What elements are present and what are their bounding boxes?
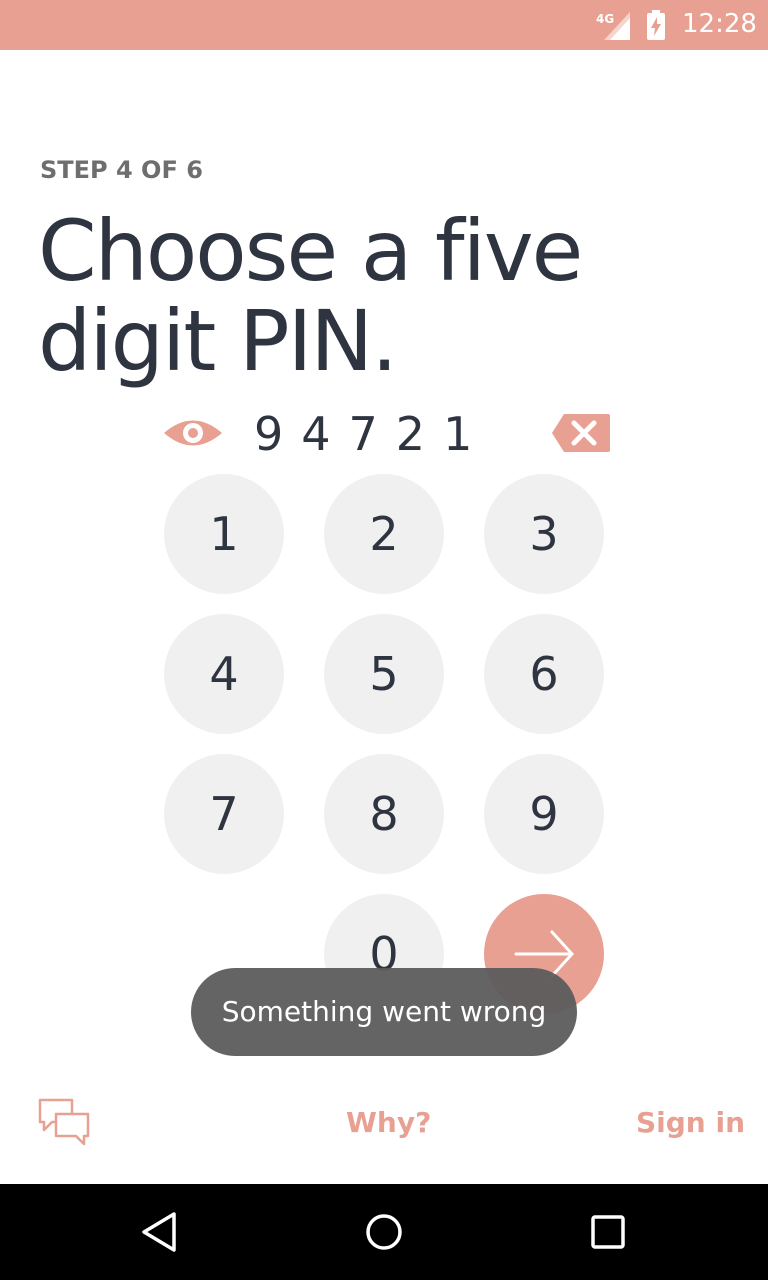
eye-icon[interactable] xyxy=(162,414,224,452)
why-link[interactable]: Why? xyxy=(346,1106,431,1139)
step-indicator: STEP 4 OF 6 xyxy=(40,156,203,184)
backspace-icon[interactable] xyxy=(550,412,612,454)
key-2[interactable]: 2 xyxy=(324,474,444,594)
key-6[interactable]: 6 xyxy=(484,614,604,734)
recents-square-icon[interactable] xyxy=(584,1208,632,1256)
status-time: 12:28 xyxy=(682,9,757,39)
status-bar: 4G 12:28 xyxy=(0,0,768,50)
key-7[interactable]: 7 xyxy=(164,754,284,874)
battery-charging-icon xyxy=(647,10,665,40)
toast-message: Something went wrong xyxy=(191,968,577,1056)
page-title: Choose a five digit PIN. xyxy=(38,202,583,390)
navigation-bar xyxy=(0,1184,768,1280)
key-4[interactable]: 4 xyxy=(164,614,284,734)
key-1[interactable]: 1 xyxy=(164,474,284,594)
pin-display: 94721 xyxy=(160,404,620,464)
pin-value: 94721 xyxy=(254,407,491,461)
key-8[interactable]: 8 xyxy=(324,754,444,874)
back-triangle-icon[interactable] xyxy=(136,1208,184,1256)
sign-in-link[interactable]: Sign in xyxy=(636,1106,745,1139)
chat-icon[interactable] xyxy=(38,1098,90,1150)
network-signal-icon: 4G xyxy=(596,12,632,40)
home-circle-icon[interactable] xyxy=(360,1208,408,1256)
key-5[interactable]: 5 xyxy=(324,614,444,734)
key-9[interactable]: 9 xyxy=(484,754,604,874)
key-3[interactable]: 3 xyxy=(484,474,604,594)
